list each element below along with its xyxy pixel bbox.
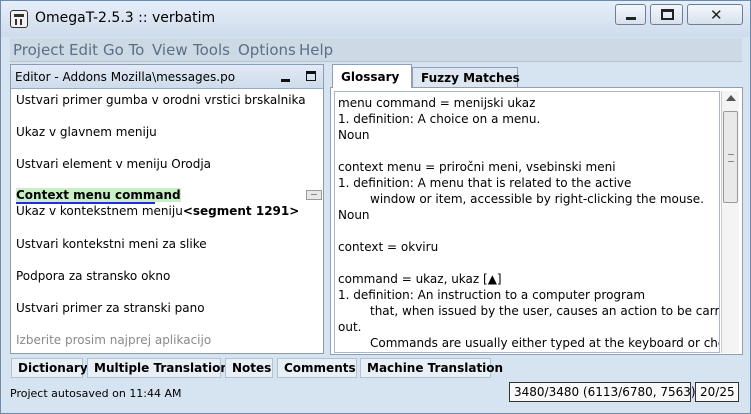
menu-options[interactable]: Options (238, 41, 296, 59)
tab-glossary[interactable]: Glossary (332, 64, 412, 88)
segment-line[interactable]: Ustvari element v meniju Orodja (16, 157, 211, 171)
tab-notes[interactable]: Notes (225, 358, 273, 378)
menu-bar: Project Edit Go To View Tools Options He… (10, 38, 742, 62)
progress-text: 3480/3480 (6113/6780, 7563) (514, 385, 696, 399)
tab-multiple-translations-label: Multiple Translations (94, 361, 237, 375)
segment-line[interactable]: Ustvari primer gumba v orodni vrstici br… (16, 93, 306, 107)
close-button[interactable]: ✕ (687, 4, 743, 25)
editor-minimize-icon[interactable] (281, 79, 290, 82)
editor-title: Editor - Addons Mozilla\messages.po (15, 70, 236, 84)
menu-project[interactable]: Project (13, 41, 64, 59)
status-bar: Project autosaved on 11:44 AM 3480/3480 … (5, 381, 745, 407)
tab-machine-translation-label: Machine Translation (367, 361, 504, 375)
segment-line[interactable]: Ukaz v glavnem meniju (16, 125, 157, 139)
tab-comments-label: Comments (284, 361, 356, 375)
segment-count-box: 20/25 (695, 382, 739, 402)
editor-header: Editor - Addons Mozilla\messages.po (11, 65, 323, 89)
segment-count-text: 20/25 (700, 385, 735, 399)
status-message: Project autosaved on 11:44 AM (10, 387, 182, 400)
glossary-line: 1. definition: A menu that is related to… (338, 176, 632, 190)
maximize-button[interactable] (650, 4, 683, 25)
tab-fuzzy-matches[interactable]: Fuzzy Matches (412, 67, 520, 88)
tab-fuzzy-matches-label: Fuzzy Matches (421, 71, 520, 85)
glossary-line: Noun (338, 208, 370, 222)
menu-tools[interactable]: Tools (193, 41, 230, 59)
glossary-line: 1. definition: A choice on a menu. (338, 112, 541, 126)
tab-machine-translation[interactable]: Machine Translation (360, 358, 503, 378)
menu-edit[interactable]: Edit (69, 41, 98, 59)
glossary-line: 1. definition: An instruction to a compu… (338, 288, 646, 302)
glossary-scrollbar-thumb[interactable] (723, 111, 738, 203)
tab-dictionary[interactable]: Dictionary (11, 358, 88, 378)
menu-goto[interactable]: Go To (103, 41, 144, 59)
omegat-app-icon[interactable] (10, 10, 28, 28)
segment-line[interactable]: Izberite prosim najprej aplikacijo (16, 333, 211, 347)
minimize-button[interactable] (615, 4, 646, 25)
editor-body[interactable]: Ustvari primer gumba v orodni vrstici br… (11, 90, 323, 353)
tab-notes-label: Notes (232, 361, 272, 375)
close-icon: ✕ (710, 6, 723, 24)
glossary-line: that, when issued by the user, causes an… (370, 304, 720, 318)
segment-line[interactable]: Podpora za stransko okno (16, 269, 170, 283)
glossary-line: window or item, accessible by right-clic… (370, 192, 704, 206)
progress-box: 3480/3480 (6113/6780, 7563) (509, 382, 696, 402)
maximize-icon (661, 9, 674, 20)
glossary-line: menu command = menijski ukaz (338, 96, 536, 110)
tab-comments[interactable]: Comments (277, 358, 357, 378)
glossary-line: command = ukaz, ukaz [▲] (338, 272, 502, 286)
glossary-scrollbar[interactable] (721, 91, 739, 353)
glossary-line: context = okviru (338, 240, 439, 254)
segment-line[interactable]: Ustvari kontekstni meni za slike (16, 237, 207, 251)
glossary-content[interactable]: menu command = menijski ukaz 1. definiti… (334, 91, 720, 353)
editor-maximize-icon[interactable] (306, 71, 316, 81)
app-window: OmegaT-2.5.3 :: verbatim ✕ Project Edit … (0, 0, 751, 414)
glossary-pane: menu command = menijski ukaz 1. definiti… (330, 87, 743, 355)
tab-glossary-label: Glossary (341, 70, 400, 84)
active-segment-source[interactable]: Context menu command (16, 188, 181, 202)
window-title: OmegaT-2.5.3 :: verbatim (35, 10, 216, 26)
active-segment-target[interactable]: Ukaz v kontekstnem meniju<segment 1291> (16, 204, 299, 218)
glossary-line: Noun (338, 128, 370, 142)
segment-tag: <segment 1291> (182, 204, 300, 218)
tab-multiple-translations[interactable]: Multiple Translations (87, 358, 236, 378)
segment-line[interactable]: Ustvari primer za stranski pano (16, 301, 205, 315)
glossary-line: Commands are usually either typed at the… (370, 336, 720, 350)
glossary-line: context menu = priročni meni, vsebinski … (338, 160, 616, 174)
tab-dictionary-label: Dictionary (18, 361, 88, 375)
title-bar: OmegaT-2.5.3 :: verbatim ✕ (1, 1, 750, 37)
editor-pane: Editor - Addons Mozilla\messages.po Ustv… (10, 64, 324, 354)
active-segment-target-text[interactable]: Ukaz v kontekstnem meniju (16, 204, 183, 218)
scroll-up-arrow-icon[interactable] (726, 95, 736, 101)
menu-view[interactable]: View (152, 41, 188, 59)
editor-scrollbar-thumb[interactable] (306, 190, 322, 200)
minimize-icon (626, 17, 636, 20)
glossary-line: out. (338, 320, 362, 334)
menu-help[interactable]: Help (299, 41, 333, 59)
